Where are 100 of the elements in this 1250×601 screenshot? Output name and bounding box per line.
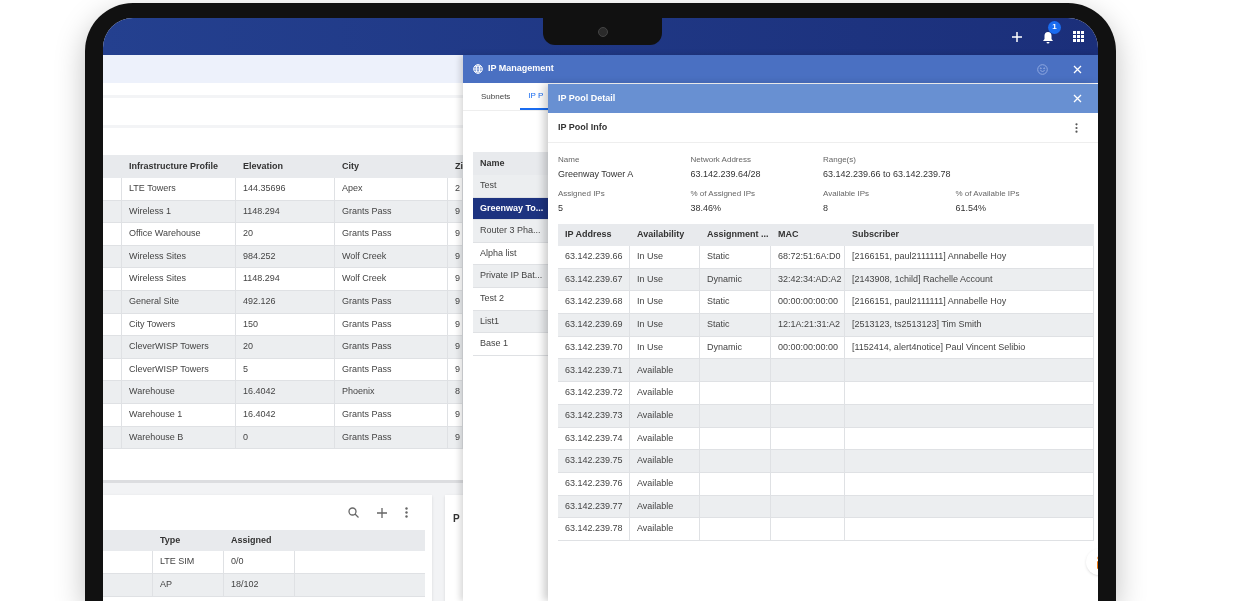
table-cell: Wolf Creek	[335, 268, 448, 290]
table-cell: 32:42:34:AD:A2	[771, 268, 845, 291]
table-cell: City Towers	[122, 313, 236, 336]
table-cell: CleverWISP Towers	[122, 358, 236, 381]
list-item[interactable]: Router 3 Pha...	[473, 220, 549, 243]
close-icon[interactable]	[1073, 94, 1082, 103]
add-icon[interactable]	[377, 507, 387, 518]
table-cell: 144.35696	[236, 178, 335, 200]
table-cell: Grants Pass	[335, 358, 448, 381]
close-icon[interactable]	[1073, 64, 1082, 74]
table-cell: 20	[236, 223, 335, 245]
table-cell: LTE Towers	[122, 178, 236, 200]
table-cell: In Use	[630, 291, 700, 314]
table-cell: Grants Pass	[335, 403, 448, 426]
table-cell: 0	[236, 426, 335, 449]
table-cell: LTE SIM	[153, 551, 224, 573]
card-title: P	[453, 513, 460, 524]
table-cell: Warehouse	[122, 381, 236, 403]
table-cell: 63.142.239.77	[558, 495, 630, 518]
field-label: Network Address	[690, 154, 752, 166]
table-cell: Wireless 1	[122, 200, 236, 223]
column-header[interactable]: Availability	[630, 228, 700, 242]
field-label: % of Assigned IPs	[690, 187, 756, 200]
column-header[interactable]: Assigned	[224, 533, 295, 548]
field-label: Range(s)	[823, 154, 857, 166]
globe-icon	[473, 64, 483, 74]
camera-icon	[597, 26, 608, 37]
column-header[interactable]: Type	[153, 533, 224, 548]
table-cell: Static	[700, 291, 771, 314]
field-label: % of Available IPs	[955, 187, 1021, 200]
bell-icon[interactable]	[1042, 30, 1054, 44]
table-cell: [2166151, paul2111111] Annabelle Hoy	[845, 246, 1094, 268]
table-cell: Grants Pass	[335, 200, 448, 223]
column-header[interactable]: Infrastructure Profile	[122, 159, 236, 174]
table-cell: Apex	[335, 178, 448, 200]
table-cell: 18/102	[224, 574, 295, 596]
table-cell: In Use	[630, 246, 700, 268]
field-value: 8	[823, 201, 829, 215]
table-cell: Office Warehouse	[122, 223, 236, 245]
table-cell: 63.142.239.75	[558, 450, 630, 472]
table-cell: [2143908, 1child] Rachelle Account	[845, 268, 1094, 291]
table-cell: Warehouse 1	[122, 403, 236, 426]
apps-grid-icon[interactable]	[1073, 31, 1084, 42]
table-cell: 63.142.239.74	[558, 427, 630, 450]
table-cell: 150	[236, 313, 335, 336]
table-cell: In Use	[630, 268, 700, 291]
column-header[interactable]: MAC	[771, 228, 845, 242]
column-header[interactable]: IP Address	[558, 228, 630, 242]
table-cell: Warehouse B	[122, 426, 236, 449]
table-cell: 1148.294	[236, 200, 335, 223]
table-cell: 20	[236, 336, 335, 358]
table-cell: Dynamic	[700, 336, 771, 359]
table-cell: Grants Pass	[335, 426, 448, 449]
field-value: 38.46%	[690, 201, 723, 215]
search-icon[interactable]	[348, 507, 359, 518]
table-cell: 16.4042	[236, 403, 335, 426]
more-icon[interactable]	[405, 507, 408, 518]
table-cell: Static	[700, 314, 771, 336]
list-item[interactable]: Test	[473, 175, 549, 198]
table-cell: 12:1A:21:31:A2	[771, 314, 845, 336]
table-cell: Available	[630, 472, 700, 495]
table-cell: Grants Pass	[335, 223, 448, 245]
more-icon[interactable]	[1075, 122, 1078, 133]
table-cell: [2166151, paul2111111] Annabelle Hoy	[845, 291, 1094, 314]
table-cell: Phoenix	[335, 381, 448, 403]
table-cell: Wireless Sites	[122, 268, 236, 290]
field-label: Name	[558, 154, 581, 166]
notification-badge: 1	[1048, 20, 1061, 34]
column-header[interactable]: Zi	[448, 159, 463, 174]
list-item[interactable]: List1	[473, 310, 549, 334]
table-cell: AP	[153, 574, 224, 596]
field-label: Assigned IPs	[558, 187, 606, 200]
table-cell: In Use	[630, 336, 700, 359]
table-cell: 63.142.239.71	[558, 359, 630, 382]
table-cell: 63.142.239.76	[558, 472, 630, 495]
column-header[interactable]: Elevation	[236, 159, 335, 174]
table-cell: Dynamic	[700, 268, 771, 291]
column-header[interactable]: Assignment ...	[700, 228, 771, 242]
list-item[interactable]: Private IP Bat...	[473, 265, 549, 288]
table-cell: Grants Pass	[335, 290, 448, 313]
table-cell: Available	[630, 359, 700, 382]
column-header[interactable]: City	[335, 159, 448, 174]
table-cell: 68:72:51:6A:D0	[771, 246, 845, 268]
list-item[interactable]: Greenway To...	[473, 197, 549, 221]
table-cell: In Use	[630, 314, 700, 336]
field-label: Available IPs	[823, 187, 871, 200]
table-cell: 16.4042	[236, 381, 335, 403]
table-cell: General Site	[122, 290, 236, 313]
column-header[interactable]: Subscriber	[845, 228, 1094, 242]
table-cell: Available	[630, 518, 700, 540]
table-cell: Available	[630, 382, 700, 404]
table-cell: 63.142.239.66	[558, 246, 630, 268]
table-cell: Available	[630, 427, 700, 450]
section-title: IP Pool Info	[558, 120, 608, 134]
table-cell: 63.142.239.70	[558, 336, 630, 359]
column-header[interactable]: Name	[473, 152, 549, 175]
tab[interactable]: Subnets	[473, 83, 519, 110]
table-cell: 1148.294	[236, 268, 335, 290]
table-cell: 63.142.239.73	[558, 404, 630, 427]
table-cell: Static	[700, 246, 771, 268]
